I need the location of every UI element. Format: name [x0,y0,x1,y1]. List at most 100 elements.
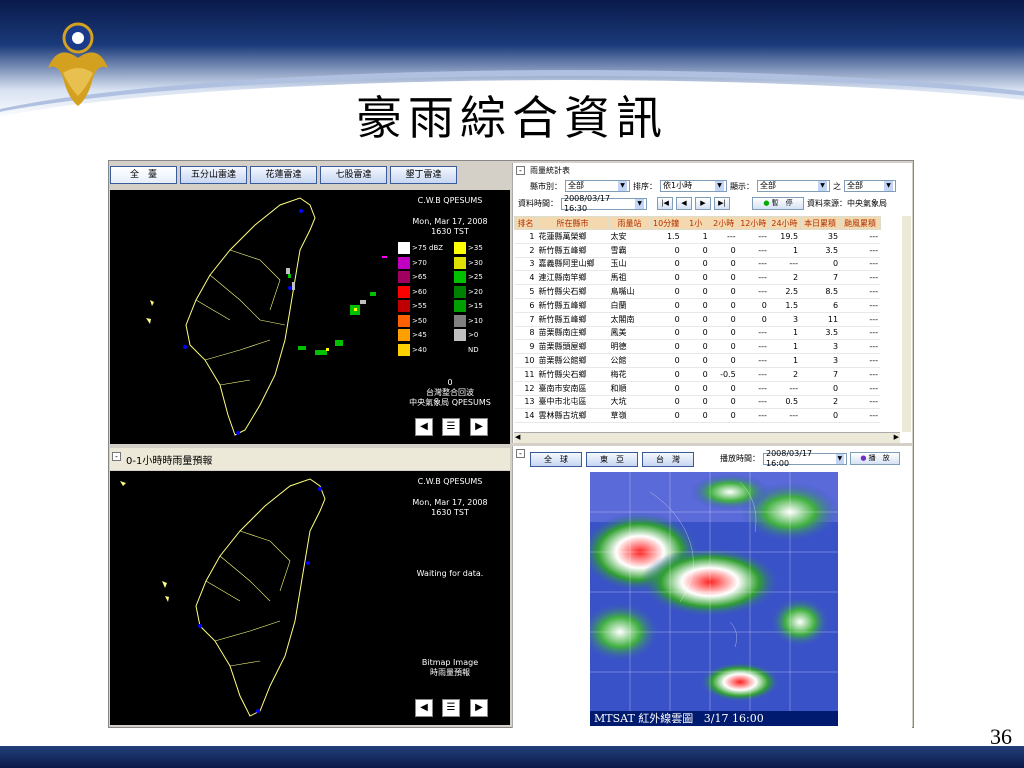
scroll-left-icon[interactable]: ◀ [515,433,520,441]
table-cell: 3 [800,353,841,368]
table-row[interactable]: 9 苗栗縣頭屋鄉 明德 0 0 0 --- 1 3 --- [514,339,881,355]
tab-taiwan[interactable]: 台 灣 [642,452,694,467]
display-select[interactable]: 全部 ▼ [757,180,830,192]
tab-kenting-radar[interactable]: 墾丁雷達 [390,166,457,184]
legend-label: >35 [468,244,483,252]
horizontal-scrollbar[interactable]: ◀ ▶ [514,432,900,443]
prev-button[interactable]: ◀ [676,197,692,210]
table-row[interactable]: 6 新竹縣五峰鄉 白蘭 0 0 0 0 1.5 6 --- [514,298,881,313]
table-cell: 8.5 [800,284,841,299]
table-cell: 2 [514,243,537,258]
table-row[interactable]: 11 新竹縣尖石鄉 梅花 0 0 -0.5 --- 2 7 --- [514,367,881,382]
stats-title-text: 雨量統計表 [530,166,570,175]
radar-tabs: 全 臺 五分山雷達 花蓮雷達 七股雷達 墾丁雷達 [110,166,457,184]
chevron-down-icon: ▼ [818,181,827,191]
column-header[interactable]: 所在縣市 [536,216,609,230]
scroll-right-icon[interactable]: ▶ [894,433,899,441]
table-row[interactable]: 12 臺南市安南區 和順 0 0 0 --- --- 0 --- [514,381,881,396]
table-row[interactable]: 5 新竹縣尖石鄉 鳥嘴山 0 0 0 --- 2.5 8.5 --- [514,284,881,299]
table-row[interactable]: 10 苗栗縣公館鄉 公館 0 0 0 --- 1 3 --- [514,353,881,368]
column-header[interactable]: 本日累積 [799,216,841,230]
table-cell: 新竹縣五峰鄉 [536,243,609,258]
forecast-prev-button[interactable]: ◀ [415,699,433,717]
forecast-panel: C.W.B QPESUMS Mon, Mar 17, 2008 1630 TST… [110,471,510,725]
table-cell: 1 [768,353,801,368]
tab-global[interactable]: 全 球 [530,452,582,467]
table-cell: --- [840,326,881,341]
first-button[interactable]: |◀ [657,197,673,210]
legend-swatch [398,314,410,327]
legend-swatch [454,271,466,283]
radar-next-button[interactable]: ▶ [470,418,488,436]
table-cell: 0 [681,284,710,299]
table-cell: --- [768,408,801,424]
table-row[interactable]: 2 新竹縣五峰鄉 雪霸 0 0 0 --- 1 3.5 --- [514,243,881,258]
table-cell: --- [737,326,769,341]
table-cell: 11 [800,312,841,327]
column-header[interactable]: 颱風累積 [839,216,881,230]
stats-collapse-button[interactable]: - [516,166,525,175]
county-select[interactable]: 全部 ▼ [565,180,630,192]
table-cell: 1.5 [650,229,682,244]
tab-chigu-radar[interactable]: 七股雷達 [320,166,387,184]
radar-prev-button[interactable]: ◀ [415,418,433,436]
legend-swatch [398,285,410,298]
column-header[interactable]: 排名 [514,216,537,230]
tab-hualien-radar[interactable]: 花蓮雷達 [250,166,317,184]
table-cell: 0 [681,270,710,286]
table-cell: 太安 [608,229,651,244]
table-row[interactable]: 8 苗栗縣南庄鄉 鳳美 0 0 0 --- 1 3.5 --- [514,326,881,341]
play-icon: ● [860,454,867,462]
table-cell: 苗栗縣南庄鄉 [536,326,609,341]
play-time-select[interactable]: 2008/03/17 16:00 ▼ [763,449,847,468]
table-cell: 0 [681,243,710,258]
table-cell: 3.5 [800,243,841,258]
legend-label: ND [468,345,479,354]
radar-list-button[interactable]: ☰ [442,418,460,436]
table-row[interactable]: 3 嘉義縣阿里山鄉 玉山 0 0 0 --- --- 0 --- [514,257,881,272]
next-button[interactable]: ▶ [695,197,711,210]
last-button[interactable]: ▶| [714,197,730,210]
table-cell: 0 [709,408,738,424]
table-cell: 0 [681,408,710,424]
table-cell: 苗栗縣頭屋鄉 [536,339,609,355]
satellite-tabs: 全 球 東 亞 台 灣 [530,452,694,467]
of-select[interactable]: 全部 ▼ [844,180,896,192]
play-button[interactable]: ● 播 放 [850,452,900,465]
table-cell: 7 [514,312,537,327]
forecast-collapse-button[interactable]: - [112,452,121,461]
sort-select[interactable]: 依1小時 ▼ [660,180,727,192]
time-select[interactable]: 2008/03/17 16:30 ▼ [561,194,647,213]
legend-label: >30 [468,258,483,267]
tab-wufenshan-radar[interactable]: 五分山雷達 [180,166,247,184]
slide-header: 豪雨綜合資訊 [0,0,1024,150]
table-cell: 3 [800,339,841,355]
column-header[interactable]: 1小 [681,216,711,230]
table-row[interactable]: 7 新竹縣五峰鄉 太閣南 0 0 0 0 3 11 --- [514,312,881,327]
forecast-next-button[interactable]: ▶ [470,699,488,717]
table-cell: 臺中市北屯區 [536,395,609,410]
chevron-down-icon: ▼ [635,198,644,209]
table-row[interactable]: 1 花蓮縣萬榮鄉 太安 1.5 1 --- --- 19.5 35 --- [514,229,881,244]
table-row[interactable]: 14 雲林縣古坑鄉 草嶺 0 0 0 --- --- 0 --- [514,408,881,424]
column-header[interactable]: 12小時 [737,216,770,230]
pause-button[interactable]: ● 暫 停 [752,197,804,210]
table-row[interactable]: 13 臺中市北屯區 大坑 0 0 0 --- 0.5 2 --- [514,395,881,410]
satellite-collapse-button[interactable]: - [516,449,525,458]
tab-all-taiwan[interactable]: 全 臺 [110,166,177,184]
table-row[interactable]: 4 連江縣南竿鄉 馬祖 0 0 0 --- 2 7 --- [514,270,881,286]
vertical-scrollbar[interactable] [902,216,911,432]
radar-date: Mon, Mar 17, 2008 [412,217,488,226]
table-cell: 0 [709,326,738,341]
column-header[interactable]: 10分鐘 [649,216,683,230]
legend-item: >75 dBZ [398,242,443,254]
table-cell: 0 [709,270,738,286]
table-header: 排名 所在縣市 雨量站 10分鐘 1小 2小時 12小時 24小時 本日累積 颱風累積 [514,216,881,230]
column-header[interactable]: 24小時 [768,216,801,230]
legend-item: >50 [398,314,427,327]
legend-label: >75 dBZ [412,244,444,252]
column-header[interactable]: 2小時 [709,216,739,230]
tab-east-asia[interactable]: 東 亞 [586,452,638,467]
column-header[interactable]: 雨量站 [608,216,651,230]
forecast-list-button[interactable]: ☰ [442,699,460,717]
